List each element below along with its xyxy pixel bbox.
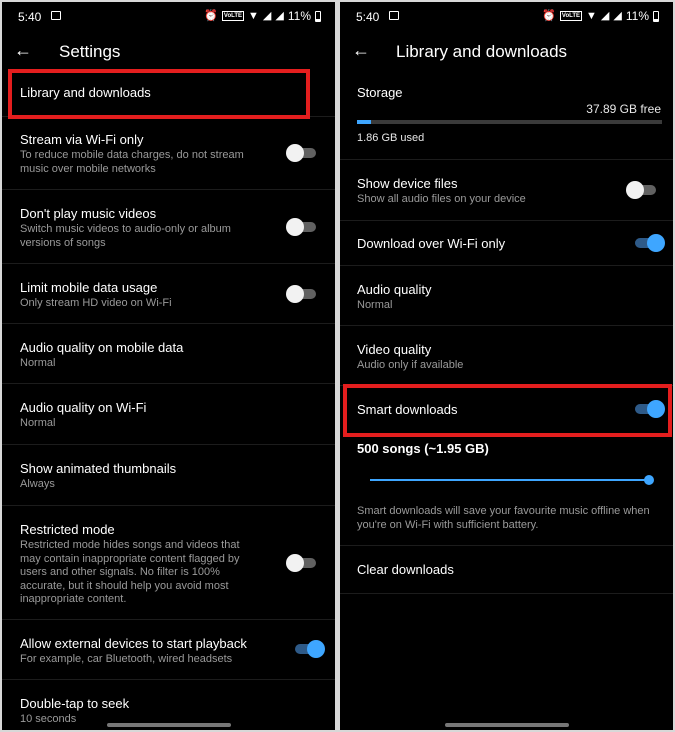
row-stream-wifi[interactable]: Stream via Wi-Fi only To reduce mobile d… xyxy=(2,116,335,190)
smart-downloads-slider-thumb[interactable] xyxy=(644,475,654,485)
row-subtitle: Restricted mode hides songs and videos t… xyxy=(20,539,240,605)
row-show-device-files[interactable]: Show device files Show all audio files o… xyxy=(340,159,673,221)
row-title: Limit mobile data usage xyxy=(20,280,158,295)
stream-wifi-toggle[interactable] xyxy=(286,144,316,162)
signal-icon: ◢ xyxy=(262,10,272,22)
storage-section: Storage 37.89 GB free 1.86 GB used xyxy=(340,68,673,160)
app-bar: ← Library and downloads xyxy=(340,36,673,68)
app-bar: ← Settings xyxy=(2,36,335,68)
row-subtitle: Always xyxy=(20,478,55,490)
signal-icon: ◢ xyxy=(600,10,610,22)
highlight-box xyxy=(343,384,672,437)
row-limit-data[interactable]: Limit mobile data usage Only stream HD v… xyxy=(2,263,335,324)
row-title: Download over Wi-Fi only xyxy=(357,236,506,251)
row-subtitle: Audio only if available xyxy=(357,359,464,371)
row-dont-play-videos[interactable]: Don't play music videos Switch music vid… xyxy=(2,189,335,264)
library-downloads-screen: 5:40 ⏰ VoLTE ▼ ◢ ◢ 11% ← Library and dow… xyxy=(340,2,673,730)
row-subtitle: To reduce mobile data charges, do not st… xyxy=(20,149,244,175)
row-restricted-mode[interactable]: Restricted mode Restricted mode hides so… xyxy=(2,505,335,620)
smart-downloads-count: 500 songs (~1.95 GB) xyxy=(357,441,489,456)
storage-label: Storage xyxy=(357,85,403,100)
storage-bar xyxy=(357,120,662,124)
volte-icon: VoLTE xyxy=(221,11,245,21)
row-audio-wifi[interactable]: Audio quality on Wi-Fi Normal xyxy=(2,383,335,445)
row-subtitle: Normal xyxy=(20,357,56,369)
row-title: Audio quality xyxy=(357,282,432,297)
row-title: Double-tap to seek xyxy=(20,696,130,711)
row-subtitle: Switch music videos to audio-only or alb… xyxy=(20,223,231,249)
external-devices-toggle[interactable] xyxy=(295,640,325,658)
smart-downloads-slider-track[interactable] xyxy=(370,475,654,485)
row-clear-downloads[interactable]: Clear downloads xyxy=(340,545,673,594)
row-subtitle: 10 seconds xyxy=(20,713,77,725)
battery-percent: 11% xyxy=(625,9,649,23)
row-subtitle: For example, car Bluetooth, wired headse… xyxy=(20,653,233,665)
row-external-devices[interactable]: Allow external devices to start playback… xyxy=(2,619,335,680)
device-files-toggle[interactable] xyxy=(626,181,656,199)
wifi-icon: ▼ xyxy=(586,10,597,22)
status-time: 5:40 xyxy=(356,10,380,24)
alarm-icon: ⏰ xyxy=(542,10,556,22)
status-time: 5:40 xyxy=(18,10,42,24)
row-title: Stream via Wi-Fi only xyxy=(20,132,144,147)
storage-used-fill xyxy=(357,120,372,124)
row-title: Show device files xyxy=(357,176,458,191)
gallery-notification-icon xyxy=(51,11,61,20)
row-subtitle: Show all audio files on your device xyxy=(357,193,526,205)
row-title: Video quality xyxy=(357,342,432,357)
signal-2-icon: ◢ xyxy=(275,10,284,22)
restricted-mode-toggle[interactable] xyxy=(286,554,316,572)
back-arrow-icon[interactable]: ← xyxy=(14,40,32,61)
volte-icon: VoLTE xyxy=(559,11,583,21)
storage-used: 1.86 GB used xyxy=(357,132,425,144)
storage-free: 37.89 GB free xyxy=(586,102,661,116)
status-bar: 5:40 ⏰ VoLTE ▼ ◢ ◢ 11% xyxy=(340,2,673,32)
wifi-icon: ▼ xyxy=(248,10,259,22)
back-arrow-icon[interactable]: ← xyxy=(352,40,370,61)
row-animated-thumbnails[interactable]: Show animated thumbnails Always xyxy=(2,444,335,506)
row-title: Show animated thumbnails xyxy=(20,461,177,476)
row-subtitle: Only stream HD video on Wi-Fi xyxy=(20,297,172,309)
gallery-notification-icon xyxy=(389,11,399,20)
status-bar: 5:40 ⏰ VoLTE ▼ ◢ ◢ 11% xyxy=(2,2,335,32)
row-subtitle: Normal xyxy=(357,299,393,311)
battery-icon xyxy=(315,10,321,22)
battery-percent: 11% xyxy=(287,9,311,23)
page-title: Library and downloads xyxy=(396,42,568,61)
row-video-quality[interactable]: Video quality Audio only if available xyxy=(340,325,673,386)
nav-gesture-bar[interactable] xyxy=(106,723,231,727)
music-videos-toggle[interactable] xyxy=(286,218,316,236)
highlight-box xyxy=(8,69,310,119)
clear-downloads-label: Clear downloads xyxy=(357,562,454,577)
limit-data-toggle[interactable] xyxy=(286,285,316,303)
signal-2-icon: ◢ xyxy=(613,10,622,22)
row-title: Don't play music videos xyxy=(20,206,157,221)
row-title: Allow external devices to start playback xyxy=(20,636,247,651)
row-audio-mobile[interactable]: Audio quality on mobile data Normal xyxy=(2,323,335,384)
row-title: Audio quality on Wi-Fi xyxy=(20,400,147,415)
battery-icon xyxy=(653,10,659,22)
smart-downloads-desc: Smart downloads will save your favourite… xyxy=(357,505,650,531)
row-subtitle: Normal xyxy=(20,417,56,429)
download-wifi-toggle[interactable] xyxy=(635,234,665,252)
row-download-wifi[interactable]: Download over Wi-Fi only xyxy=(340,220,673,266)
row-title: Restricted mode xyxy=(20,522,115,537)
alarm-icon: ⏰ xyxy=(204,10,218,22)
row-title: Audio quality on mobile data xyxy=(20,340,184,355)
page-title: Settings xyxy=(59,42,121,61)
row-audio-quality[interactable]: Audio quality Normal xyxy=(340,265,673,326)
nav-gesture-bar[interactable] xyxy=(444,723,569,727)
settings-screen: 5:40 ⏰ VoLTE ▼ ◢ ◢ 11% ← Settings Librar… xyxy=(2,2,335,730)
